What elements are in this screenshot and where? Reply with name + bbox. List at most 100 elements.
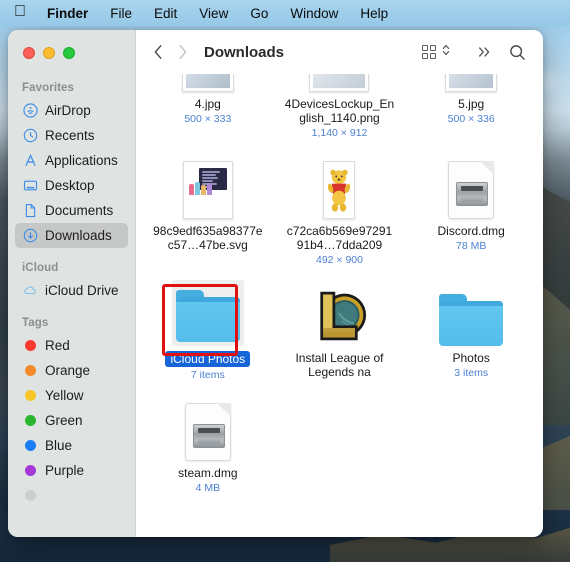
svg-thumbnail <box>146 153 270 219</box>
sidebar-item-tag-yellow[interactable]: Yellow <box>15 383 128 408</box>
download-icon <box>22 228 38 244</box>
finder-window: Favorites AirDrop Recents Applications D… <box>8 30 543 537</box>
tag-dot-icon <box>22 338 38 354</box>
file-name: Discord.dmg <box>437 224 505 238</box>
zoom-button[interactable] <box>63 47 75 59</box>
file-item[interactable]: Install League of Legends na <box>274 274 406 389</box>
applications-icon <box>22 153 38 169</box>
sidebar-item-label: Yellow <box>45 388 84 403</box>
menu-item-help[interactable]: Help <box>349 6 399 21</box>
folder-icon <box>439 294 504 346</box>
file-item[interactable]: Photos 3 items <box>405 274 537 389</box>
close-button[interactable] <box>23 47 35 59</box>
app-installer-thumbnail <box>278 280 402 346</box>
file-item[interactable]: 4.jpg 500 × 333 <box>142 74 274 147</box>
menu-item-window[interactable]: Window <box>279 6 349 21</box>
sidebar-item-label: iCloud Drive <box>45 283 119 298</box>
forward-button[interactable] <box>170 40 194 64</box>
file-item[interactable]: 5.jpg 500 × 336 <box>405 74 537 147</box>
search-button[interactable] <box>505 40 529 64</box>
file-item[interactable]: Discord.dmg 78 MB <box>405 147 537 274</box>
disk-image-thumbnail <box>146 395 270 461</box>
menu-item-finder[interactable]: Finder <box>36 6 99 21</box>
disk-image-thumbnail <box>409 153 533 219</box>
sidebar-item-tag-green[interactable]: Green <box>15 408 128 433</box>
sidebar-item-label: Blue <box>45 438 73 453</box>
sidebar-item-label: Red <box>45 338 70 353</box>
page-title: Downloads <box>204 43 285 61</box>
sidebar-item-airdrop[interactable]: AirDrop <box>15 98 128 123</box>
menu-bar:  Finder File Edit View Go Window Help <box>0 0 570 26</box>
figures-graphic <box>188 181 213 195</box>
chevron-up-down-icon[interactable] <box>441 42 451 63</box>
clock-icon <box>22 128 38 144</box>
icon-view-grid-icon[interactable] <box>421 44 436 60</box>
sidebar-item-label: AirDrop <box>45 103 91 118</box>
file-grid[interactable]: 4.jpg 500 × 333 4DevicesLockup_English_1… <box>136 74 543 537</box>
menu-item-edit[interactable]: Edit <box>143 6 188 21</box>
sidebar-item-icloud-drive[interactable]: iCloud Drive <box>15 278 128 303</box>
sidebar-item-tag-blue[interactable]: Blue <box>15 433 128 458</box>
toolbar-overflow-button[interactable] <box>473 40 497 64</box>
apple-logo-icon[interactable]:  <box>10 4 36 22</box>
file-meta: 500 × 333 <box>184 113 232 125</box>
folder-thumbnail <box>409 280 533 346</box>
dmg-file-icon <box>448 161 495 219</box>
file-name: 98c9edf635a98377ec57…47be.svg <box>153 224 263 252</box>
sidebar-section-icloud-header: iCloud <box>22 262 59 274</box>
sidebar-item-label: Documents <box>45 203 114 218</box>
menu-item-view[interactable]: View <box>188 6 239 21</box>
sidebar-item-tag-purple[interactable]: Purple <box>15 458 128 483</box>
file-item[interactable]: 98c9edf635a98377ec57…47be.svg <box>142 147 274 274</box>
sidebar-item-label: Desktop <box>45 178 95 193</box>
sidebar-section-tags-header: Tags <box>22 317 49 329</box>
file-name: steam.dmg <box>178 466 238 480</box>
dmg-file-icon <box>184 403 231 461</box>
tag-dot-icon <box>22 438 38 454</box>
file-meta: 492 × 900 <box>315 254 363 266</box>
back-button[interactable] <box>146 40 170 64</box>
main-content: Downloads 4.jpg 500 × 333 4DevicesLockup… <box>136 30 543 537</box>
sidebar-item-documents[interactable]: Documents <box>15 198 128 223</box>
window-controls <box>23 47 75 59</box>
sidebar-item-label: Recents <box>45 128 95 143</box>
sidebar-item-label: Applications <box>45 153 118 168</box>
menu-item-file[interactable]: File <box>99 6 143 21</box>
sidebar-item-label: Purple <box>45 463 85 478</box>
minimize-button[interactable] <box>43 47 55 59</box>
image-thumbnail <box>278 153 402 219</box>
file-name: Install League of Legends na <box>295 351 384 379</box>
sidebar-item-tag-red[interactable]: Red <box>15 333 128 358</box>
file-item-icloud-photos[interactable]: iCloud Photos 7 items <box>142 274 274 389</box>
tag-dot-icon <box>22 388 38 404</box>
selected-file-label: iCloud Photos <box>165 351 251 367</box>
file-meta: 7 items <box>190 369 225 381</box>
file-item[interactable]: c72ca6b569e9729191b4…7dda209 492 × 900 <box>274 147 406 274</box>
toolbar: Downloads <box>136 30 543 74</box>
document-icon <box>22 203 38 219</box>
tag-dot-icon <box>22 463 38 479</box>
sidebar-section-favorites-header: Favorites <box>22 82 75 94</box>
menu-item-go[interactable]: Go <box>239 6 279 21</box>
file-item[interactable]: steam.dmg 4 MB <box>142 389 274 502</box>
file-item[interactable]: 4DevicesLockup_English_1140.png 1,140 × … <box>274 74 406 147</box>
sidebar-item-desktop[interactable]: Desktop <box>15 173 128 198</box>
sidebar-item-tag-orange[interactable]: Orange <box>15 358 128 383</box>
file-meta: 1,140 × 912 <box>311 127 368 139</box>
tag-dot-icon <box>22 363 38 379</box>
file-name: 4DevicesLockup_English_1140.png <box>284 97 395 125</box>
file-name: Photos <box>452 351 490 365</box>
sidebar-item-recents[interactable]: Recents <box>15 123 128 148</box>
folder-icon <box>175 290 240 342</box>
cloud-icon <box>22 283 38 299</box>
file-meta: 500 × 336 <box>447 113 495 125</box>
sidebar: Favorites AirDrop Recents Applications D… <box>8 30 136 537</box>
folder-thumbnail <box>171 280 244 346</box>
league-of-legends-logo-icon <box>320 291 367 341</box>
file-meta: 4 MB <box>195 482 221 494</box>
sidebar-item-label: Green <box>45 413 83 428</box>
sidebar-item-downloads[interactable]: Downloads <box>15 223 128 248</box>
sidebar-item-applications[interactable]: Applications <box>15 148 128 173</box>
sidebar-item-tag-partial[interactable] <box>15 483 128 508</box>
image-thumbnail <box>409 74 533 92</box>
